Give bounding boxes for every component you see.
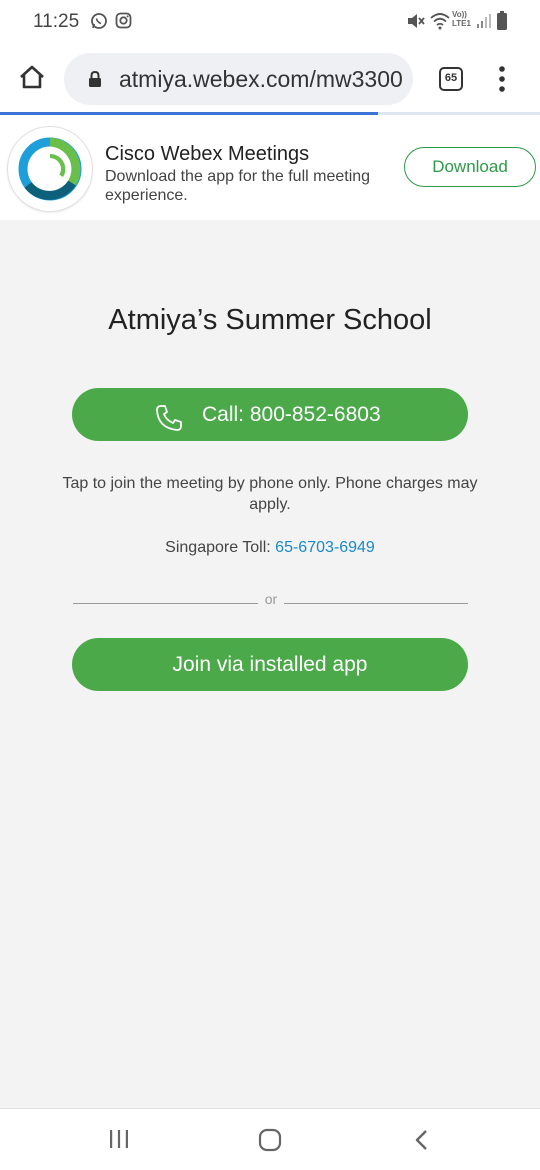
menu-icon[interactable]	[498, 66, 506, 97]
webex-logo	[8, 127, 92, 211]
app-install-banner: Cisco Webex Meetings Download the app fo…	[0, 115, 540, 220]
wifi-icon	[430, 12, 450, 35]
status-time: 11:25	[33, 11, 80, 32]
app-banner-description: Download the app for the full meeting ex…	[105, 168, 371, 204]
status-bar: 11:25 Vo)) LTE1	[0, 0, 540, 44]
phone-charges-note: Tap to join the meeting by phone only. P…	[62, 475, 478, 513]
call-button-label: Call: 800-852-6803	[202, 403, 381, 426]
address-bar[interactable]: atmiya.webex.com/mw3300	[64, 53, 413, 105]
meeting-title: Atmiya’s Summer School	[108, 304, 432, 336]
signal-icon	[476, 13, 492, 34]
call-button[interactable]: Call: 800-852-6803	[72, 388, 468, 441]
nav-home-icon[interactable]	[258, 1128, 282, 1157]
download-app-button[interactable]: Download	[404, 147, 536, 187]
divider-right	[284, 603, 468, 604]
lte-line-2: LTE1	[452, 19, 471, 28]
address-bar-url[interactable]: atmiya.webex.com/mw3300	[119, 66, 403, 93]
back-icon[interactable]	[412, 1128, 430, 1157]
whatsapp-icon	[90, 12, 108, 35]
mute-icon	[406, 12, 426, 35]
app-banner-title: Cisco Webex Meetings	[105, 143, 310, 165]
system-navigation-bar	[0, 1108, 540, 1170]
or-separator: or	[264, 591, 278, 607]
divider-left	[73, 603, 258, 604]
instagram-icon	[115, 12, 132, 34]
toll-info: Singapore Toll: 65-6703-6949	[0, 539, 540, 557]
join-via-app-button[interactable]: Join via installed app	[72, 638, 468, 691]
meeting-join-page: Atmiya’s Summer School Call: 800-852-680…	[0, 220, 540, 1108]
lte-indicator: Vo)) LTE1	[452, 10, 471, 28]
toll-label: Singapore Toll:	[165, 539, 276, 556]
recents-icon[interactable]	[108, 1129, 130, 1154]
toll-number-link[interactable]: 65-6703-6949	[275, 539, 375, 556]
lock-icon	[88, 70, 102, 93]
tabs-icon[interactable]: 65	[439, 67, 463, 91]
lte-line-1: Vo))	[452, 10, 467, 19]
browser-toolbar: atmiya.webex.com/mw3300 65	[0, 44, 540, 114]
home-icon[interactable]	[18, 64, 46, 95]
battery-icon	[496, 11, 508, 36]
phone-icon	[154, 400, 184, 453]
